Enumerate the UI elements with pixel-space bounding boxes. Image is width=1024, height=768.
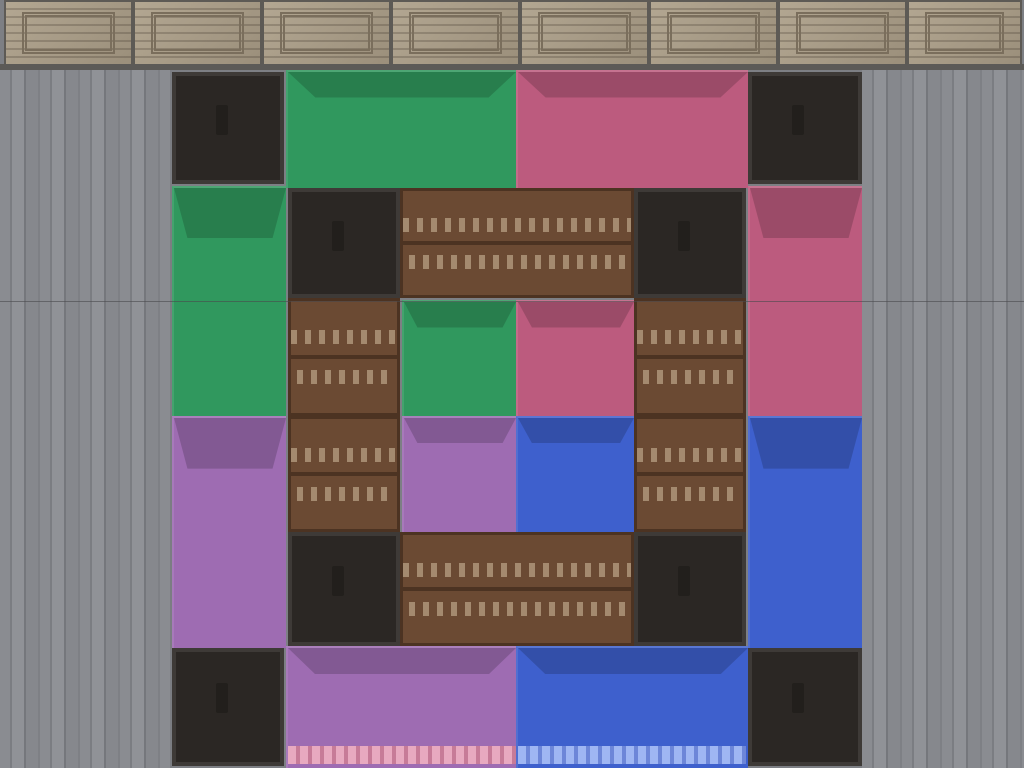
pink-trim <box>288 746 516 764</box>
dark-block-inner-top-left[interactable] <box>288 188 400 298</box>
pink-glass-top[interactable] <box>516 70 748 188</box>
ceiling-tile <box>262 0 391 66</box>
horizon-line <box>0 301 1024 302</box>
blue-trim <box>518 746 746 764</box>
ceiling-tile <box>520 0 649 66</box>
bookshelf-left-upper[interactable] <box>288 298 400 416</box>
pink-glass-center[interactable] <box>516 300 634 418</box>
dark-block-inner-bottom-right[interactable] <box>634 532 746 646</box>
dark-block-top-right[interactable] <box>748 72 862 184</box>
purple-glass-left-lower[interactable] <box>172 416 286 648</box>
ceiling-tile <box>391 0 520 66</box>
dark-block-top-left[interactable] <box>172 72 284 184</box>
bookshelf-bottom[interactable] <box>400 532 634 646</box>
ceiling-tile <box>4 0 133 66</box>
stone-wall-right <box>862 70 1024 768</box>
bookshelf-left-lower[interactable] <box>288 416 400 532</box>
blue-glass-center[interactable] <box>516 416 634 532</box>
ceiling-tile <box>907 0 1022 66</box>
dark-block-inner-bottom-left[interactable] <box>288 532 400 646</box>
dark-block-bottom-right[interactable] <box>748 648 862 766</box>
bookshelf-right-lower[interactable] <box>634 416 746 532</box>
blue-glass-right-lower[interactable] <box>748 416 862 648</box>
ceiling-tile <box>133 0 262 66</box>
game-viewport[interactable] <box>0 0 1024 768</box>
stone-wall-left <box>0 70 172 768</box>
ceiling-tile <box>649 0 778 66</box>
dark-block-bottom-left[interactable] <box>172 648 284 766</box>
purple-glass-center[interactable] <box>402 416 516 532</box>
bookshelf-top[interactable] <box>400 188 634 298</box>
bookshelf-right-upper[interactable] <box>634 298 746 416</box>
green-glass-center[interactable] <box>402 300 516 418</box>
green-glass-top[interactable] <box>286 70 516 188</box>
ceiling-tile <box>778 0 907 66</box>
dark-block-inner-top-right[interactable] <box>634 188 746 298</box>
